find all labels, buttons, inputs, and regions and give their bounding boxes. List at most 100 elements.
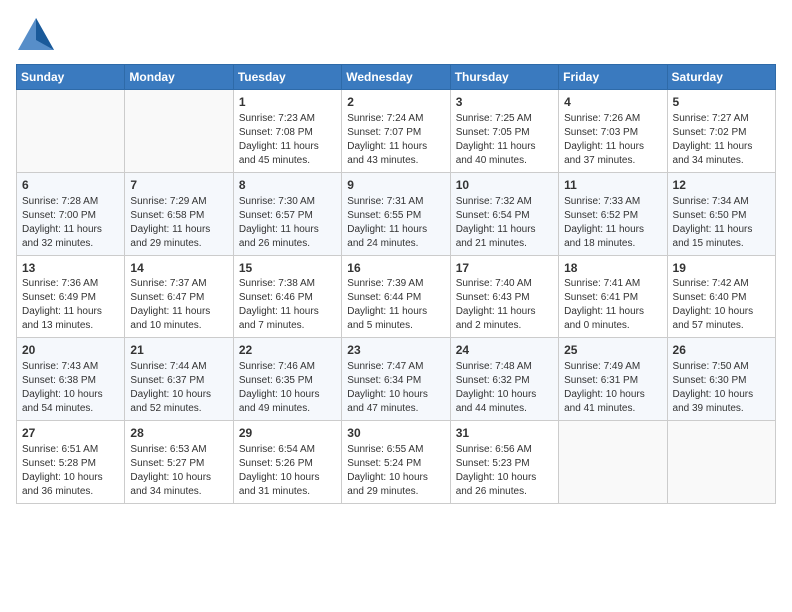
day-number: 17 xyxy=(456,260,553,277)
cell-info: Sunrise: 6:54 AM Sunset: 5:26 PM Dayligh… xyxy=(239,443,336,499)
weekday-header-tuesday: Tuesday xyxy=(233,65,341,90)
cell-info: Sunrise: 7:33 AM Sunset: 6:52 PM Dayligh… xyxy=(564,195,661,251)
calendar-cell: 31Sunrise: 6:56 AM Sunset: 5:23 PM Dayli… xyxy=(450,421,558,504)
cell-info: Sunrise: 7:37 AM Sunset: 6:47 PM Dayligh… xyxy=(130,277,227,333)
cell-info: Sunrise: 7:44 AM Sunset: 6:37 PM Dayligh… xyxy=(130,360,227,416)
day-number: 31 xyxy=(456,425,553,442)
calendar-cell: 12Sunrise: 7:34 AM Sunset: 6:50 PM Dayli… xyxy=(667,172,775,255)
calendar-cell: 17Sunrise: 7:40 AM Sunset: 6:43 PM Dayli… xyxy=(450,255,558,338)
calendar-cell xyxy=(667,421,775,504)
logo-icon xyxy=(16,16,56,52)
calendar-cell: 21Sunrise: 7:44 AM Sunset: 6:37 PM Dayli… xyxy=(125,338,233,421)
cell-info: Sunrise: 7:25 AM Sunset: 7:05 PM Dayligh… xyxy=(456,112,553,168)
calendar-cell: 7Sunrise: 7:29 AM Sunset: 6:58 PM Daylig… xyxy=(125,172,233,255)
day-number: 25 xyxy=(564,342,661,359)
calendar-cell: 15Sunrise: 7:38 AM Sunset: 6:46 PM Dayli… xyxy=(233,255,341,338)
day-number: 6 xyxy=(22,177,119,194)
calendar-week-2: 6Sunrise: 7:28 AM Sunset: 7:00 PM Daylig… xyxy=(17,172,776,255)
calendar-cell: 8Sunrise: 7:30 AM Sunset: 6:57 PM Daylig… xyxy=(233,172,341,255)
calendar-cell: 10Sunrise: 7:32 AM Sunset: 6:54 PM Dayli… xyxy=(450,172,558,255)
cell-info: Sunrise: 7:50 AM Sunset: 6:30 PM Dayligh… xyxy=(673,360,770,416)
cell-info: Sunrise: 7:42 AM Sunset: 6:40 PM Dayligh… xyxy=(673,277,770,333)
calendar-week-1: 1Sunrise: 7:23 AM Sunset: 7:08 PM Daylig… xyxy=(17,90,776,173)
day-number: 22 xyxy=(239,342,336,359)
calendar-cell xyxy=(125,90,233,173)
weekday-header-row: SundayMondayTuesdayWednesdayThursdayFrid… xyxy=(17,65,776,90)
day-number: 11 xyxy=(564,177,661,194)
calendar-cell: 25Sunrise: 7:49 AM Sunset: 6:31 PM Dayli… xyxy=(559,338,667,421)
calendar-cell: 4Sunrise: 7:26 AM Sunset: 7:03 PM Daylig… xyxy=(559,90,667,173)
cell-info: Sunrise: 7:49 AM Sunset: 6:31 PM Dayligh… xyxy=(564,360,661,416)
weekday-header-sunday: Sunday xyxy=(17,65,125,90)
calendar-cell xyxy=(559,421,667,504)
cell-info: Sunrise: 7:46 AM Sunset: 6:35 PM Dayligh… xyxy=(239,360,336,416)
logo xyxy=(16,16,60,52)
calendar-cell: 26Sunrise: 7:50 AM Sunset: 6:30 PM Dayli… xyxy=(667,338,775,421)
day-number: 19 xyxy=(673,260,770,277)
day-number: 9 xyxy=(347,177,444,194)
day-number: 8 xyxy=(239,177,336,194)
day-number: 24 xyxy=(456,342,553,359)
calendar-cell: 20Sunrise: 7:43 AM Sunset: 6:38 PM Dayli… xyxy=(17,338,125,421)
calendar-cell: 9Sunrise: 7:31 AM Sunset: 6:55 PM Daylig… xyxy=(342,172,450,255)
cell-info: Sunrise: 7:41 AM Sunset: 6:41 PM Dayligh… xyxy=(564,277,661,333)
day-number: 5 xyxy=(673,94,770,111)
calendar-cell: 24Sunrise: 7:48 AM Sunset: 6:32 PM Dayli… xyxy=(450,338,558,421)
cell-info: Sunrise: 7:27 AM Sunset: 7:02 PM Dayligh… xyxy=(673,112,770,168)
day-number: 2 xyxy=(347,94,444,111)
cell-info: Sunrise: 6:55 AM Sunset: 5:24 PM Dayligh… xyxy=(347,443,444,499)
day-number: 16 xyxy=(347,260,444,277)
calendar-cell: 19Sunrise: 7:42 AM Sunset: 6:40 PM Dayli… xyxy=(667,255,775,338)
cell-info: Sunrise: 7:43 AM Sunset: 6:38 PM Dayligh… xyxy=(22,360,119,416)
cell-info: Sunrise: 7:23 AM Sunset: 7:08 PM Dayligh… xyxy=(239,112,336,168)
day-number: 30 xyxy=(347,425,444,442)
calendar-cell: 1Sunrise: 7:23 AM Sunset: 7:08 PM Daylig… xyxy=(233,90,341,173)
cell-info: Sunrise: 7:26 AM Sunset: 7:03 PM Dayligh… xyxy=(564,112,661,168)
calendar-cell: 22Sunrise: 7:46 AM Sunset: 6:35 PM Dayli… xyxy=(233,338,341,421)
calendar-cell: 28Sunrise: 6:53 AM Sunset: 5:27 PM Dayli… xyxy=(125,421,233,504)
calendar-week-5: 27Sunrise: 6:51 AM Sunset: 5:28 PM Dayli… xyxy=(17,421,776,504)
cell-info: Sunrise: 7:47 AM Sunset: 6:34 PM Dayligh… xyxy=(347,360,444,416)
page-header xyxy=(16,16,776,52)
day-number: 20 xyxy=(22,342,119,359)
day-number: 13 xyxy=(22,260,119,277)
calendar-cell: 5Sunrise: 7:27 AM Sunset: 7:02 PM Daylig… xyxy=(667,90,775,173)
weekday-header-saturday: Saturday xyxy=(667,65,775,90)
day-number: 3 xyxy=(456,94,553,111)
calendar-cell: 29Sunrise: 6:54 AM Sunset: 5:26 PM Dayli… xyxy=(233,421,341,504)
day-number: 14 xyxy=(130,260,227,277)
cell-info: Sunrise: 7:29 AM Sunset: 6:58 PM Dayligh… xyxy=(130,195,227,251)
day-number: 7 xyxy=(130,177,227,194)
calendar-table: SundayMondayTuesdayWednesdayThursdayFrid… xyxy=(16,64,776,504)
cell-info: Sunrise: 7:36 AM Sunset: 6:49 PM Dayligh… xyxy=(22,277,119,333)
cell-info: Sunrise: 7:28 AM Sunset: 7:00 PM Dayligh… xyxy=(22,195,119,251)
calendar-cell: 6Sunrise: 7:28 AM Sunset: 7:00 PM Daylig… xyxy=(17,172,125,255)
cell-info: Sunrise: 6:56 AM Sunset: 5:23 PM Dayligh… xyxy=(456,443,553,499)
cell-info: Sunrise: 7:32 AM Sunset: 6:54 PM Dayligh… xyxy=(456,195,553,251)
day-number: 29 xyxy=(239,425,336,442)
day-number: 28 xyxy=(130,425,227,442)
calendar-cell: 2Sunrise: 7:24 AM Sunset: 7:07 PM Daylig… xyxy=(342,90,450,173)
calendar-body: 1Sunrise: 7:23 AM Sunset: 7:08 PM Daylig… xyxy=(17,90,776,504)
cell-info: Sunrise: 7:24 AM Sunset: 7:07 PM Dayligh… xyxy=(347,112,444,168)
calendar-cell: 30Sunrise: 6:55 AM Sunset: 5:24 PM Dayli… xyxy=(342,421,450,504)
cell-info: Sunrise: 7:30 AM Sunset: 6:57 PM Dayligh… xyxy=(239,195,336,251)
day-number: 21 xyxy=(130,342,227,359)
day-number: 18 xyxy=(564,260,661,277)
cell-info: Sunrise: 7:40 AM Sunset: 6:43 PM Dayligh… xyxy=(456,277,553,333)
day-number: 4 xyxy=(564,94,661,111)
calendar-week-3: 13Sunrise: 7:36 AM Sunset: 6:49 PM Dayli… xyxy=(17,255,776,338)
calendar-cell: 27Sunrise: 6:51 AM Sunset: 5:28 PM Dayli… xyxy=(17,421,125,504)
calendar-week-4: 20Sunrise: 7:43 AM Sunset: 6:38 PM Dayli… xyxy=(17,338,776,421)
calendar-cell: 13Sunrise: 7:36 AM Sunset: 6:49 PM Dayli… xyxy=(17,255,125,338)
calendar-cell: 14Sunrise: 7:37 AM Sunset: 6:47 PM Dayli… xyxy=(125,255,233,338)
cell-info: Sunrise: 7:34 AM Sunset: 6:50 PM Dayligh… xyxy=(673,195,770,251)
cell-info: Sunrise: 7:38 AM Sunset: 6:46 PM Dayligh… xyxy=(239,277,336,333)
calendar-cell: 23Sunrise: 7:47 AM Sunset: 6:34 PM Dayli… xyxy=(342,338,450,421)
cell-info: Sunrise: 6:51 AM Sunset: 5:28 PM Dayligh… xyxy=(22,443,119,499)
weekday-header-monday: Monday xyxy=(125,65,233,90)
cell-info: Sunrise: 7:48 AM Sunset: 6:32 PM Dayligh… xyxy=(456,360,553,416)
day-number: 26 xyxy=(673,342,770,359)
day-number: 12 xyxy=(673,177,770,194)
day-number: 15 xyxy=(239,260,336,277)
